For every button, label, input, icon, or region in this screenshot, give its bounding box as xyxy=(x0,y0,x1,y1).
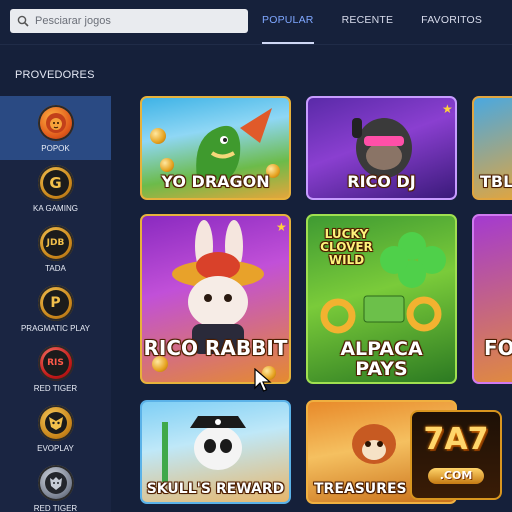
game-subtitle: CLOVER xyxy=(320,240,373,254)
header-divider xyxy=(0,44,512,45)
sidebar-item-label: TADA xyxy=(45,264,66,273)
sidebar-item-label: RED TIGER xyxy=(33,504,78,512)
sidebar-item-evoplay[interactable]: EVOPLAY xyxy=(0,396,111,460)
tab-popular[interactable]: POPULAR xyxy=(262,0,314,44)
tab-recente[interactable]: RECENTE xyxy=(342,0,394,44)
sidebar-item-label: PRAGMATIC PLAY xyxy=(20,324,91,333)
sidebar-item-label: RED TIGER xyxy=(33,384,78,393)
sidebar-item-popok[interactable]: POPOK xyxy=(0,96,111,160)
sidebar-item-red-tiger-2[interactable]: RED TIGER xyxy=(0,456,111,512)
tiger-head-icon xyxy=(37,465,74,501)
mouse-cursor-icon xyxy=(254,368,272,392)
sidebar-item-label: KA GAMING xyxy=(33,204,78,213)
top-bar: POPULAR RECENTE FAVORITOS xyxy=(0,0,512,50)
game-card-rico-dj[interactable]: ★ RICO DJ xyxy=(306,96,457,200)
game-title: RICO RABBIT xyxy=(143,336,288,360)
sidebar-item-pragmatic-play[interactable]: P PRAGMATIC PLAY xyxy=(0,276,111,340)
sidebar-item-label: POPOK xyxy=(41,144,70,153)
game-title: RICO DJ xyxy=(347,172,416,191)
category-tabs: POPULAR RECENTE FAVORITOS xyxy=(262,0,510,44)
jdb-icon: JDB xyxy=(37,225,74,261)
sidebar-item-label: EVOPLAY xyxy=(37,444,74,453)
p-dragon-icon: P xyxy=(37,285,74,321)
site-domain-text: .COM xyxy=(428,468,484,484)
favorite-star-icon[interactable]: ★ xyxy=(276,220,287,234)
providers-heading: PROVEDORES xyxy=(15,69,95,81)
ris-icon: RIS xyxy=(37,345,74,381)
game-title: YO DRAGON xyxy=(161,172,270,191)
game-card-tbl[interactable]: TBL xyxy=(472,96,512,200)
sidebar-item-ka-gaming[interactable]: G KA GAMING xyxy=(0,156,111,220)
sidebar-item-red-tiger[interactable]: RIS RED TIGER xyxy=(0,336,111,400)
providers-sidebar: POPOK G KA GAMING JDB TADA P PRAGMATIC P… xyxy=(0,96,111,512)
game-card-yo-dragon[interactable]: YO DRAGON xyxy=(140,96,291,200)
game-card-foi[interactable]: FOI xyxy=(472,214,512,384)
game-card-rico-rabbit[interactable]: ★ RICO RABBIT xyxy=(140,214,291,384)
game-title: PAYS xyxy=(355,358,408,380)
game-title: TBL xyxy=(480,172,512,191)
search-icon xyxy=(17,15,29,27)
g-chip-icon: G xyxy=(37,165,74,201)
search-box[interactable] xyxy=(10,9,248,33)
game-title: FOI xyxy=(484,336,512,360)
sidebar-item-tada[interactable]: JDB TADA xyxy=(0,216,111,280)
tab-favoritos[interactable]: FAVORITOS xyxy=(421,0,482,44)
fox-mask-icon xyxy=(37,405,74,441)
game-card-alpaca-pays[interactable]: LUCKY CLOVER WILD ALPACA PAYS xyxy=(306,214,457,384)
site-logo-text: 7A7 xyxy=(423,422,489,457)
search-input[interactable] xyxy=(35,15,235,27)
site-logo-badge: 7A7 .COM xyxy=(410,410,502,500)
game-subtitle: WILD xyxy=(328,253,365,267)
game-title: SKULL'S REWARD xyxy=(146,481,285,497)
game-card-skulls-reward[interactable]: SKULL'S REWARD xyxy=(140,400,291,504)
game-subtitle: LUCKY xyxy=(324,227,369,241)
game-title: ALPACA xyxy=(340,338,423,360)
lion-icon xyxy=(37,105,74,141)
favorite-star-icon[interactable]: ★ xyxy=(442,102,453,116)
